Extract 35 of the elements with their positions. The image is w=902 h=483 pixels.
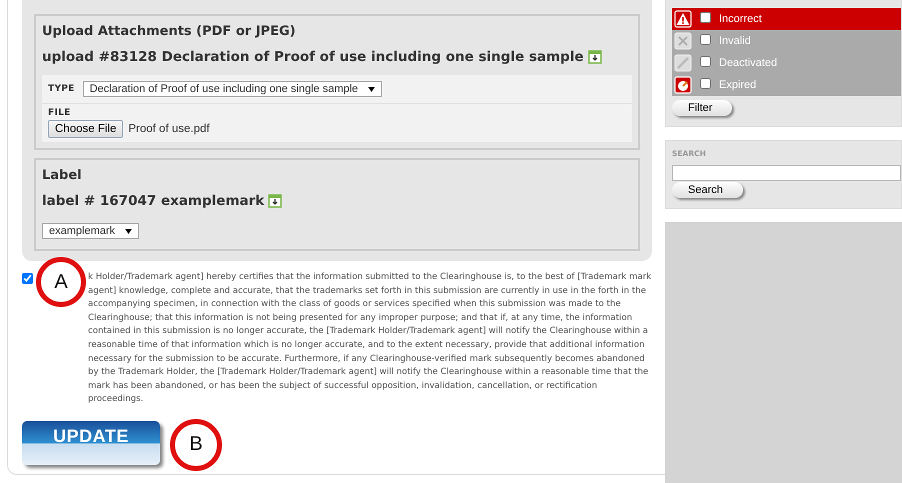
filter-label: Deactivated bbox=[719, 57, 778, 69]
filter-label: Expired bbox=[719, 79, 756, 91]
certification-text: k Holder/Trademark agent] hereby certifies that the information submitted to the Clearinghouse is, to the best of [Trademark mark agent] knowledge, complete and accurate, that the trademarks set forth in this submission are currently in use in the forth in the accompanying specimen, in connection with the class of goods or services specified when this submission was made to the Clearinghouse; that this information is not being presented for any improper purpose; and that if, at any time, the information contained in this submission is no longer accurate, the [Trademark Holder/Trademark agent] will notify the Clearinghouse within a reasonable time of that information which is no longer accurate, and to the extent necessary, provide that additional information necessary for the submission to be accurate. Furthermore, if any Clearinghouse-verified mark subsequently becomes abandoned by the Trademark Holder, the [Trademark Holder/Trademark agent] will notify the Clearinghouse within a reasonable time that the mark has been abandoned, or has been the subject of successful opposition, invalidation, cancellation, or rectification proceedings. bbox=[88, 271, 652, 406]
download-icon[interactable] bbox=[268, 194, 282, 208]
upload-heading: upload #83128 Declaration of Proof of use including one single sample bbox=[42, 49, 584, 65]
choose-file-button[interactable]: Choose File bbox=[48, 120, 124, 138]
filter-button[interactable]: Filter bbox=[672, 100, 732, 116]
search-button[interactable]: Search bbox=[672, 182, 743, 198]
caret-icon bbox=[368, 86, 376, 92]
cross-icon bbox=[674, 32, 692, 50]
callout-circle: B bbox=[170, 418, 222, 471]
filter-label: Invalid bbox=[719, 35, 751, 47]
filter-checkbox[interactable] bbox=[700, 12, 711, 22]
search-field[interactable] bbox=[672, 165, 901, 181]
section-title: Label bbox=[42, 168, 83, 183]
file-label: FILE bbox=[48, 108, 72, 118]
type-select[interactable]: Declaration of Proof of use including one single sample bbox=[82, 81, 382, 97]
callout-circle: A bbox=[36, 257, 86, 307]
update-button[interactable]: UPDATE bbox=[22, 420, 160, 465]
label-heading: label # 167047 examplemark bbox=[42, 193, 264, 209]
filter-checkbox[interactable] bbox=[700, 34, 711, 44]
caret-icon bbox=[125, 228, 132, 234]
filter-checkbox[interactable] bbox=[700, 78, 711, 88]
section-title: Upload Attachments (PDF or JPEG) bbox=[42, 24, 297, 39]
label-select[interactable]: examplemark bbox=[42, 223, 140, 239]
type-label: TYPE bbox=[48, 84, 75, 94]
status-filter-row[interactable]: Incorrect bbox=[672, 8, 901, 30]
slash-icon bbox=[674, 54, 692, 72]
filter-checkbox[interactable] bbox=[700, 56, 711, 66]
certify-checkbox[interactable] bbox=[22, 273, 33, 284]
file-name: Proof of use.pdf bbox=[128, 123, 210, 135]
warning-icon bbox=[674, 10, 692, 28]
download-icon[interactable] bbox=[588, 50, 602, 64]
filter-label: Incorrect bbox=[719, 13, 762, 25]
clock-icon bbox=[674, 76, 692, 94]
